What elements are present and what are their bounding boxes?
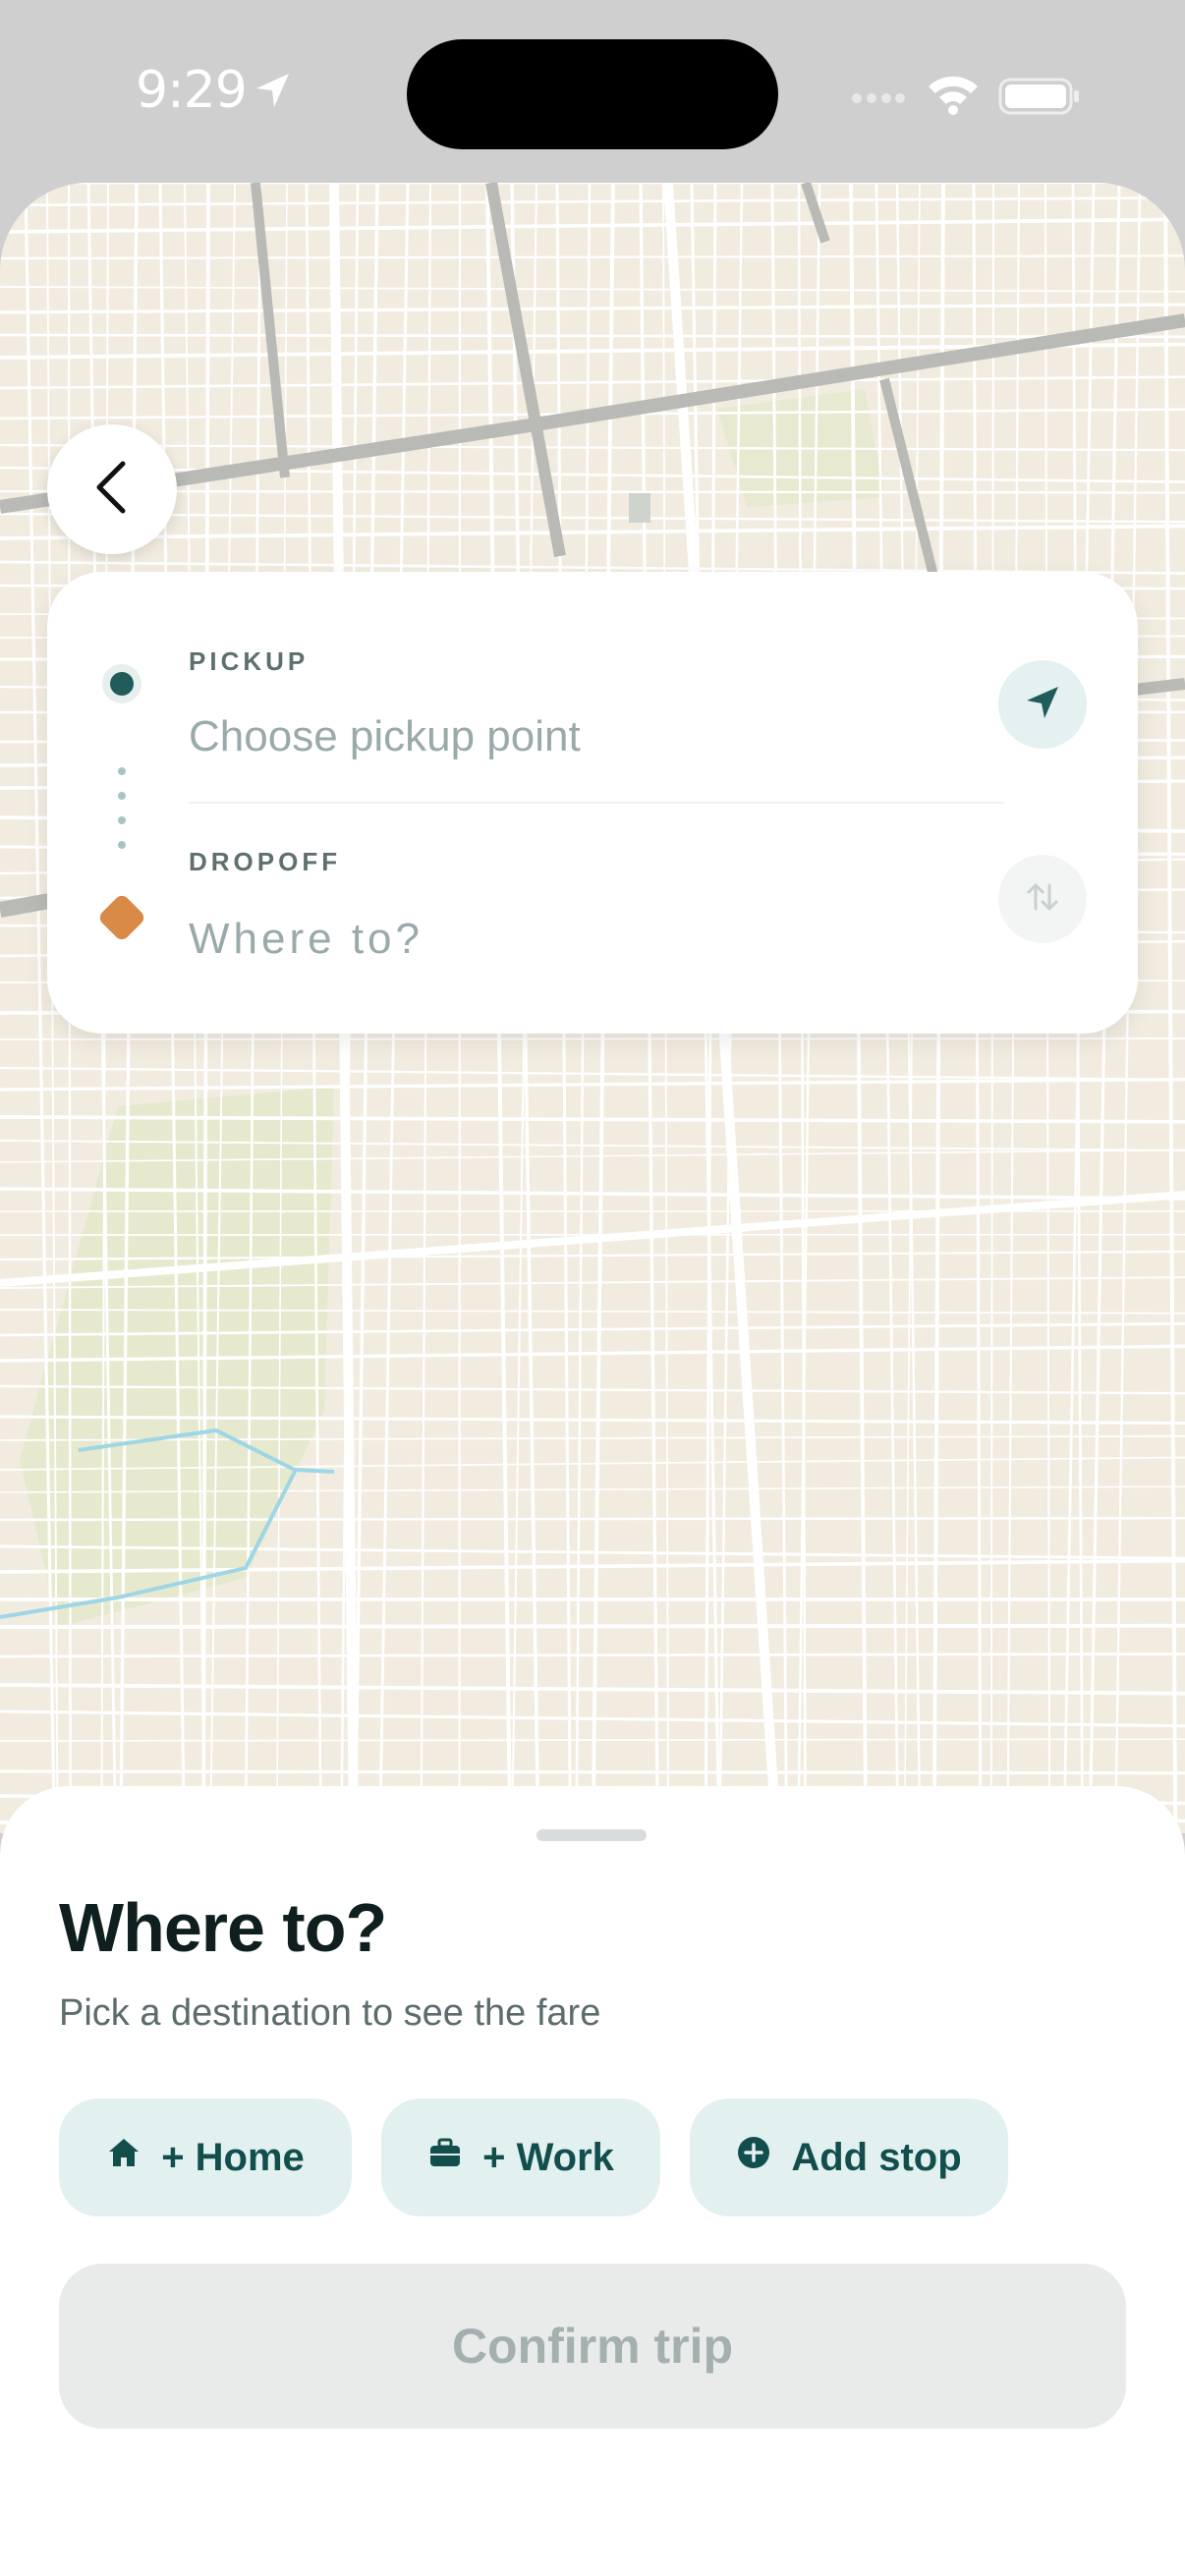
swap-locations-button[interactable] [998,855,1087,943]
location-arrow-icon [254,71,293,115]
add-work-label: + Work [482,2135,614,2179]
pickup-label: PICKUP [189,646,310,676]
add-home-label: + Home [161,2135,305,2179]
add-home-chip[interactable]: + Home [59,2099,352,2216]
wifi-icon [926,71,981,121]
sheet-subtitle: Pick a destination to see the fare [59,1992,601,2034]
add-stop-label: Add stop [791,2135,962,2179]
confirm-trip-button[interactable]: Confirm trip [59,2264,1126,2429]
route-card: PICKUP DROPOFF [47,572,1138,1034]
status-bar: 9:29 [0,0,1185,187]
route-connector [118,766,126,856]
navigation-arrow-icon [1023,683,1062,727]
chevron-left-icon [87,458,137,522]
dropoff-marker-icon [96,892,147,943]
use-current-location-button[interactable] [998,660,1087,749]
status-time: 9:29 [136,61,248,120]
swap-vertical-icon [1023,877,1062,922]
battery-icon [998,77,1083,121]
sheet-drag-handle[interactable] [536,1829,647,1841]
pickup-marker-icon [102,664,141,703]
pickup-input[interactable] [189,707,1004,766]
dropoff-input[interactable] [189,910,1004,969]
field-divider [189,802,1004,804]
sheet-title: Where to? [59,1889,387,1966]
add-work-chip[interactable]: + Work [381,2099,660,2216]
bottom-sheet: Where to? Pick a destination to see the … [0,1786,1185,2576]
briefcase-icon [427,2135,463,2180]
home-icon [106,2135,141,2180]
plus-circle-icon [736,2135,771,2180]
dropoff-label: DROPOFF [189,847,342,876]
dynamic-island [407,39,778,149]
cellular-signal-icon [851,90,906,111]
back-button[interactable] [47,424,177,554]
add-stop-chip[interactable]: Add stop [690,2099,1008,2216]
